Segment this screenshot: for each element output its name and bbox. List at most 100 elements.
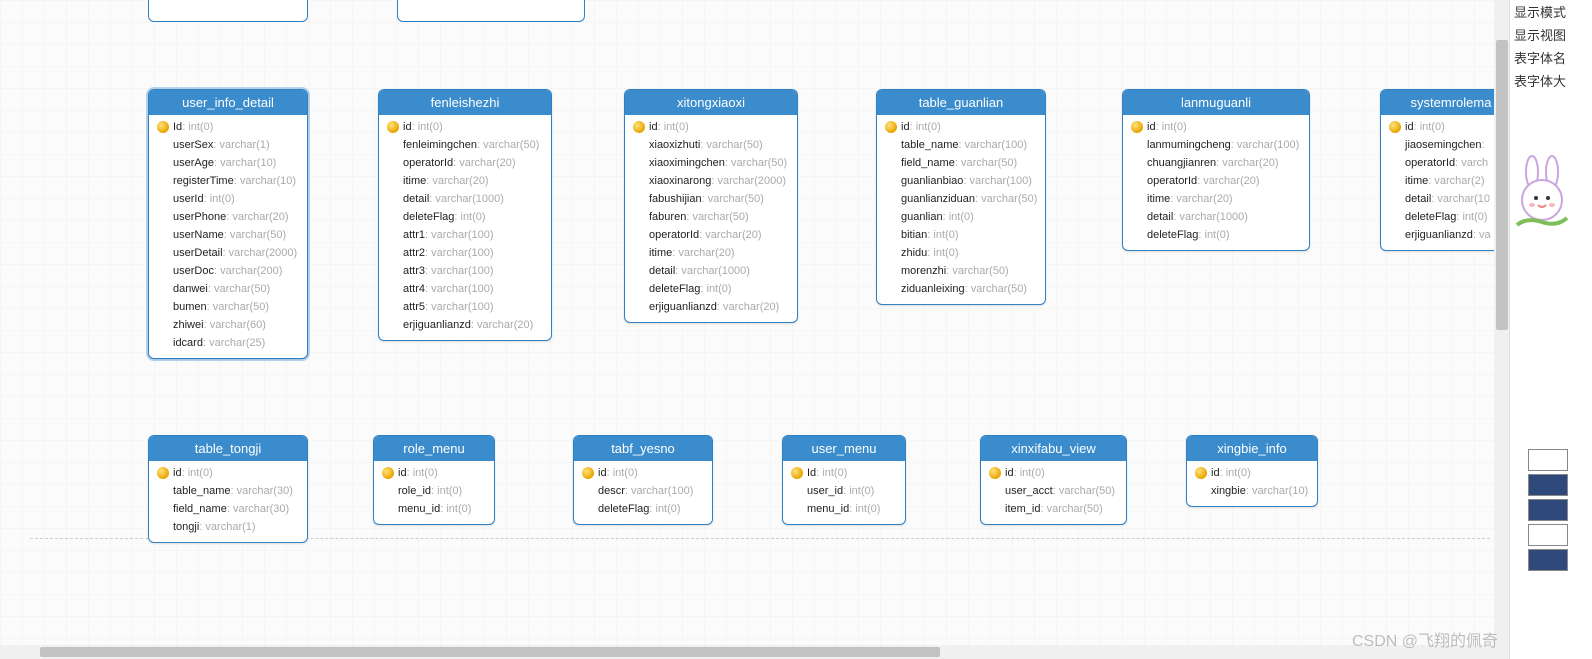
column-row[interactable]: bitian: int(0) [883,226,1039,244]
table-header[interactable]: table_tongji [149,436,307,461]
column-row[interactable]: fenleimingchen: varchar(50) [385,136,545,154]
table-tabf_yesno[interactable]: tabf_yesno id: int(0)descr: varchar(100)d… [573,435,713,525]
table-table_tongji[interactable]: table_tongji id: int(0)table_name: varcha… [148,435,308,543]
column-row[interactable]: itime: varchar(20) [385,172,545,190]
table-header[interactable]: xingbie_info [1187,436,1317,461]
palette-swatch[interactable] [1528,474,1568,496]
partial-table-box[interactable] [397,0,585,22]
column-row[interactable]: itime: varchar(20) [1129,190,1303,208]
column-row[interactable]: operatorId: varchar(20) [385,154,545,172]
table-table_guanlian[interactable]: table_guanlianid: int(0)table_name: varc… [876,89,1046,305]
column-row[interactable]: descr: varchar(100) [580,482,706,500]
vertical-scrollbar-thumb[interactable] [1496,40,1508,330]
column-row[interactable]: registerTime: varchar(10) [155,172,301,190]
column-row[interactable]: operatorId: varchar(20) [1129,172,1303,190]
table-lanmuguanli[interactable]: lanmuguanli id: int(0)lanmumingcheng: var… [1122,89,1310,251]
table-fenleishezhi[interactable]: fenleishezhi id: int(0)fenleimingchen: va… [378,89,552,341]
column-row[interactable]: itime: varchar(20) [631,244,791,262]
column-row[interactable]: item_id: varchar(50) [987,500,1120,518]
column-row[interactable]: danwei: varchar(50) [155,280,301,298]
vertical-scrollbar[interactable] [1494,0,1510,659]
column-row[interactable]: field_name: varchar(50) [883,154,1039,172]
column-row[interactable]: attr3: varchar(100) [385,262,545,280]
column-row[interactable]: userAge: varchar(10) [155,154,301,172]
column-row[interactable]: detail: varchar(1000) [1129,208,1303,226]
column-row[interactable]: lanmumingcheng: varchar(100) [1129,136,1303,154]
column-row-pk[interactable]: id: int(0) [1193,464,1311,482]
column-row-pk[interactable]: id: int(0) [883,118,1039,136]
palette-swatch[interactable] [1528,549,1568,571]
column-row[interactable]: attr4: varchar(100) [385,280,545,298]
column-row-pk[interactable]: Id: int(0) [155,118,301,136]
column-row[interactable]: deleteFlag: int(0) [1129,226,1303,244]
column-row[interactable]: xingbie: varchar(10) [1193,482,1311,500]
horizontal-scrollbar-thumb[interactable] [40,647,940,657]
table-header[interactable]: tabf_yesno [574,436,712,461]
column-row[interactable]: faburen: varchar(50) [631,208,791,226]
column-row[interactable]: operatorId: varchar(20) [631,226,791,244]
horizontal-scrollbar[interactable] [0,645,1494,659]
table-header[interactable]: xinxifabu_view [981,436,1126,461]
column-row[interactable]: menu_id: int(0) [380,500,488,518]
column-row[interactable]: tongji: varchar(1) [155,518,301,536]
column-row[interactable]: xiaoximingchen: varchar(50) [631,154,791,172]
table-xitongxiaoxi[interactable]: xitongxiaoxi id: int(0)xiaoxizhuti: varch… [624,89,798,323]
column-row[interactable]: user_id: int(0) [789,482,899,500]
column-row[interactable]: role_id: int(0) [380,482,488,500]
column-row[interactable]: userDoc: varchar(200) [155,262,301,280]
column-row[interactable]: detail: varchar(1000) [631,262,791,280]
column-row[interactable]: erjiguanlianzd: varchar(20) [631,298,791,316]
column-row[interactable]: attr1: varchar(100) [385,226,545,244]
column-row[interactable]: deleteFlag: int(0) [580,500,706,518]
column-row[interactable]: table_name: varchar(30) [155,482,301,500]
column-row[interactable]: userSex: varchar(1) [155,136,301,154]
table-header[interactable]: user_info_detail [149,90,307,115]
column-row[interactable]: userPhone: varchar(20) [155,208,301,226]
column-row[interactable]: ziduanleixing: varchar(50) [883,280,1039,298]
column-row-pk[interactable]: id: int(0) [155,464,301,482]
column-row[interactable]: menu_id: int(0) [789,500,899,518]
table-header[interactable]: fenleishezhi [379,90,551,115]
table-header[interactable]: user_menu [783,436,905,461]
column-row-pk[interactable]: Id: int(0) [789,464,899,482]
color-palette[interactable] [1528,446,1568,571]
er-canvas[interactable]: user_info_detailId: int(0)userSex: varch… [0,0,1510,659]
column-row-pk[interactable]: id: int(0) [631,118,791,136]
table-header[interactable]: role_menu [374,436,494,461]
column-row[interactable]: fabushijian: varchar(50) [631,190,791,208]
column-row[interactable]: user_acct: varchar(50) [987,482,1120,500]
table-user_info_detail[interactable]: user_info_detail Id: int(0)userSex: varch… [148,89,308,359]
column-row[interactable]: bumen: varchar(50) [155,298,301,316]
column-row[interactable]: chuangjianren: varchar(20) [1129,154,1303,172]
table-xingbie_info[interactable]: xingbie_info id: int(0)xingbie: varchar(1… [1186,435,1318,507]
column-row[interactable]: guanlianbiao: varchar(100) [883,172,1039,190]
table-xinxifabu_view[interactable]: xinxifabu_view id: int(0)user_acct: varch… [980,435,1127,525]
column-row[interactable]: field_name: varchar(30) [155,500,301,518]
column-row[interactable]: xiaoxizhuti: varchar(50) [631,136,791,154]
column-row[interactable]: xiaoxinarong: varchar(2000) [631,172,791,190]
column-row[interactable]: guanlianziduan: varchar(50) [883,190,1039,208]
column-row[interactable]: deleteFlag: int(0) [631,280,791,298]
column-row[interactable]: detail: varchar(1000) [385,190,545,208]
palette-swatch[interactable] [1528,449,1568,471]
column-row[interactable]: erjiguanlianzd: varchar(20) [385,316,545,334]
column-row-pk[interactable]: id: int(0) [580,464,706,482]
column-row[interactable]: attr5: varchar(100) [385,298,545,316]
partial-table-box[interactable] [148,0,308,22]
column-row[interactable]: userName: varchar(50) [155,226,301,244]
column-row[interactable]: deleteFlag: int(0) [385,208,545,226]
table-header[interactable]: lanmuguanli [1123,90,1309,115]
column-row[interactable]: morenzhi: varchar(50) [883,262,1039,280]
table-header[interactable]: table_guanlian [877,90,1045,115]
palette-swatch[interactable] [1528,524,1568,546]
column-row[interactable]: guanlian: int(0) [883,208,1039,226]
column-row-pk[interactable]: id: int(0) [385,118,545,136]
table-user_menu[interactable]: user_menu Id: int(0)user_id: int(0)menu_i… [782,435,906,525]
column-row-pk[interactable]: id: int(0) [987,464,1120,482]
table-header[interactable]: xitongxiaoxi [625,90,797,115]
palette-swatch[interactable] [1528,499,1568,521]
column-row-pk[interactable]: id: int(0) [380,464,488,482]
table-role_menu[interactable]: role_menu id: int(0)role_id: int(0)menu_i… [373,435,495,525]
column-row[interactable]: userDetail: varchar(2000) [155,244,301,262]
column-row-pk[interactable]: id: int(0) [1129,118,1303,136]
